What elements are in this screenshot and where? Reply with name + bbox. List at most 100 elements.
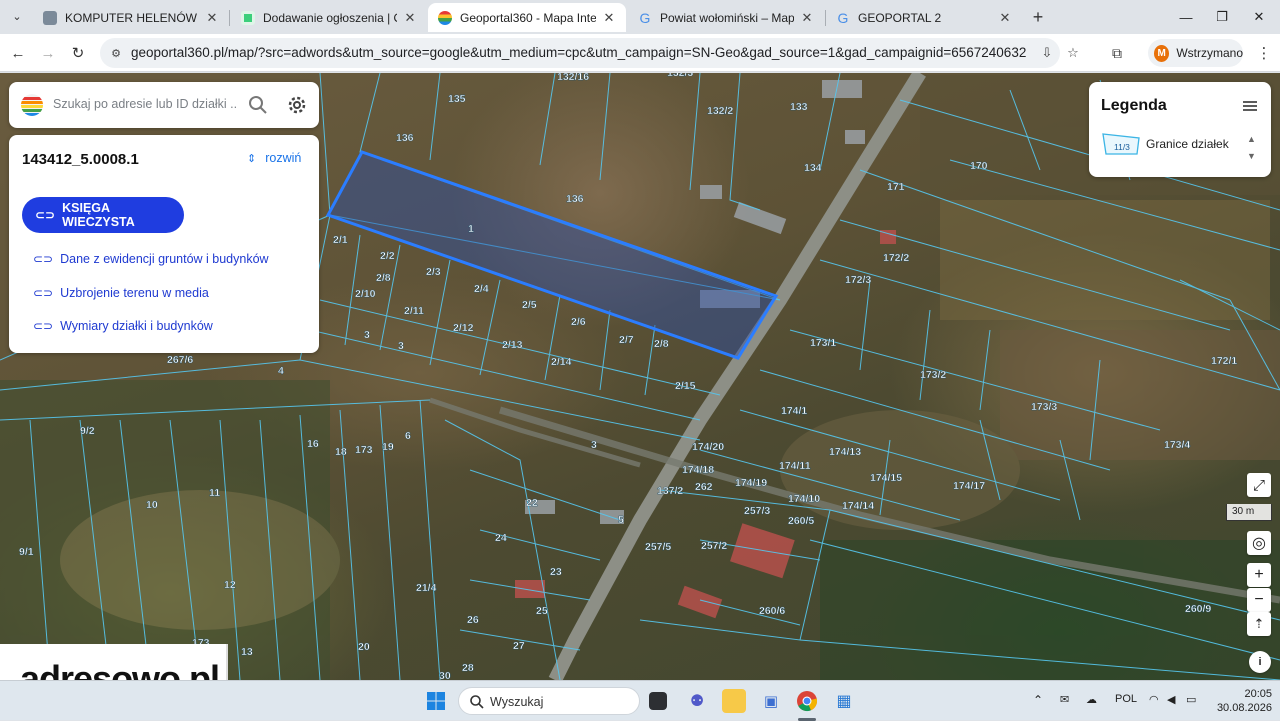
close-icon[interactable]: ✕ (602, 10, 616, 26)
parcel-number-label: 174/1 (781, 405, 807, 417)
parcel-number-label: 257/2 (701, 540, 727, 552)
parcel-number-label: 24 (495, 532, 507, 544)
fullscreen-button[interactable]: ⤢ (1247, 473, 1271, 497)
restore-button[interactable]: ❐ (1211, 6, 1233, 28)
install-app-icon[interactable]: ⇩ (1038, 44, 1056, 62)
close-window-button[interactable]: ✕ (1248, 6, 1270, 28)
parcel-number-label: 260/9 (1185, 603, 1211, 615)
parcel-number-label: 173/1 (810, 337, 836, 349)
parcel-number-label: 2/8 (376, 272, 391, 284)
calculator-icon[interactable]: ▦ (832, 689, 856, 713)
chrome-icon[interactable] (795, 689, 819, 713)
reload-button[interactable]: ↻ (66, 41, 90, 65)
parcel-number-label: 19 (382, 441, 394, 453)
close-icon[interactable]: ✕ (205, 10, 219, 26)
parcel-number-label: 2/1 (333, 234, 348, 246)
info-icon[interactable]: i (1249, 651, 1271, 673)
browser-menu-icon[interactable]: ⋮ (1252, 41, 1276, 65)
language-indicator[interactable]: POL (1115, 693, 1137, 705)
wifi-icon[interactable]: ◠ (1149, 693, 1159, 706)
search-card: Szukaj po adresie lub ID działki ... (9, 82, 319, 128)
site-info-icon[interactable]: ⚙ (108, 45, 124, 61)
geoportal-logo[interactable] (21, 94, 43, 116)
tab-otodom[interactable]: Dodawanie ogłoszenia | Otodom ✕ (231, 3, 427, 32)
link-icon: ⊂⊃ (33, 252, 54, 266)
battery-icon[interactable]: ▭ (1186, 693, 1196, 706)
close-icon[interactable]: ✕ (403, 10, 417, 26)
windows-start-icon[interactable] (424, 689, 448, 713)
scroll-up-icon[interactable]: ▲ (1247, 134, 1256, 144)
teams-icon[interactable]: ⚉ (685, 689, 709, 713)
parcel-number-label: 173/4 (1164, 439, 1190, 451)
taskbar-search[interactable]: Wyszukaj (458, 687, 640, 715)
tab-bar: ⌄ KOMPUTER HELENÓW ✕ Dodawanie ogłoszeni… (0, 0, 1280, 34)
search-icon[interactable] (247, 94, 269, 116)
parcel-number-label: 18 (335, 446, 347, 458)
speaker-icon[interactable]: ◀ (1167, 693, 1175, 706)
parcel-number-label: 172/2 (883, 252, 909, 264)
parcel-number-label: 132/2 (707, 105, 733, 117)
tab-title: GEOPORTAL 2 (858, 10, 942, 25)
legend-title: Legenda (1101, 97, 1167, 114)
photos-icon[interactable]: ▣ (759, 689, 783, 713)
tab-powiat-wolominski[interactable]: G Powiat wołomiński – Mapy - GEOPORTAL ✕ (628, 3, 824, 32)
compass-button[interactable]: ⇡ (1247, 612, 1271, 636)
clock[interactable]: 20:05 30.08.2026 (1210, 687, 1272, 715)
tab-geoportal-2[interactable]: G GEOPORTAL 2 ✕ (826, 3, 1022, 32)
zoom-in-button[interactable]: + (1247, 563, 1271, 587)
minimize-button[interactable]: — (1175, 6, 1197, 28)
tab-title: Geoportal360 - Mapa Interaktywna (460, 10, 596, 25)
profile-button[interactable]: M Wstrzymano (1148, 39, 1243, 67)
expand-button[interactable]: ⇕ rozwiń (247, 151, 301, 165)
parcel-number-label: 137/2 (657, 485, 683, 497)
extensions-icon[interactable]: ⧉ (1105, 41, 1129, 65)
link-registry-data[interactable]: ⊂⊃ Dane z ewidencji gruntów i budynków (33, 252, 269, 266)
file-explorer-icon[interactable] (722, 689, 746, 713)
chevron-up-icon[interactable]: ⌃ (1033, 693, 1043, 707)
back-button[interactable]: ← (6, 41, 30, 65)
search-input[interactable]: Szukaj po adresie lub ID działki ... (53, 97, 238, 111)
parcel-number-label: 30 (439, 670, 451, 680)
parcel-number-label: 260/6 (759, 605, 785, 617)
link-dimensions[interactable]: ⊂⊃ Wymiary działki i budynków (33, 319, 213, 333)
tab-geoportal360[interactable]: Geoportal360 - Mapa Interaktywna ✕ (428, 3, 626, 32)
parcel-number-label: 174/10 (788, 493, 820, 505)
parcel-number-label: 21/4 (416, 582, 437, 594)
tab-title: KOMPUTER HELENÓW (65, 10, 198, 25)
gear-icon[interactable] (285, 93, 309, 117)
link-utilities[interactable]: ⊂⊃ Uzbrojenie terenu w media (33, 286, 209, 300)
parcel-number-label: 174/17 (953, 480, 985, 492)
tab-komputer-helenow[interactable]: KOMPUTER HELENÓW ✕ (33, 3, 229, 32)
link-label: Uzbrojenie terenu w media (60, 286, 209, 300)
close-icon[interactable]: ✕ (998, 10, 1012, 26)
parcel-number-label: 16 (307, 438, 319, 450)
scroll-down-icon[interactable]: ▼ (1247, 151, 1256, 161)
bookmark-star-icon[interactable]: ☆ (1064, 44, 1082, 62)
new-tab-button[interactable]: + (1027, 6, 1049, 28)
menu-icon[interactable] (1241, 97, 1259, 115)
geoportal-icon (438, 10, 452, 25)
address-bar[interactable]: ⚙ geoportal360.pl/map/?src=adwords&utm_s… (100, 38, 1079, 68)
parcel-boundary-symbol: 11/3 (1102, 132, 1140, 155)
tab-search-button[interactable]: ⌄ (6, 5, 28, 27)
photo-icon (43, 10, 57, 25)
parcel-info-panel: 143412_5.0008.1 ⇕ rozwiń ⊂⊃ KSIĘGA WIECZ… (9, 135, 319, 353)
cloud-icon[interactable]: ☁ (1086, 693, 1097, 706)
mail-icon[interactable]: ✉ (1060, 693, 1069, 706)
land-register-button[interactable]: ⊂⊃ KSIĘGA WIECZYSTA (22, 197, 184, 233)
browser-toolbar: ← → ↻ ⚙ geoportal360.pl/map/?src=adwords… (0, 34, 1280, 72)
parcel-number-label: 9/1 (19, 546, 34, 558)
parcel-number-label: 2/2 (380, 250, 395, 262)
parcel-number-label: 174/15 (870, 472, 902, 484)
parcel-number-label: 173/3 (1031, 401, 1057, 413)
tab-title: Dodawanie ogłoszenia | Otodom (263, 10, 397, 25)
forward-button[interactable]: → (36, 41, 60, 65)
parcel-number-label: 2/14 (551, 356, 572, 368)
task-view-icon[interactable] (649, 692, 667, 710)
close-icon[interactable]: ✕ (800, 10, 814, 26)
locate-button[interactable]: ◎ (1247, 531, 1271, 555)
zoom-out-button[interactable]: − (1247, 588, 1271, 612)
parcel-number-label: 2/7 (619, 334, 634, 346)
parcel-number-label: 260/5 (788, 515, 814, 527)
parcel-number-label: 262 (695, 481, 713, 493)
